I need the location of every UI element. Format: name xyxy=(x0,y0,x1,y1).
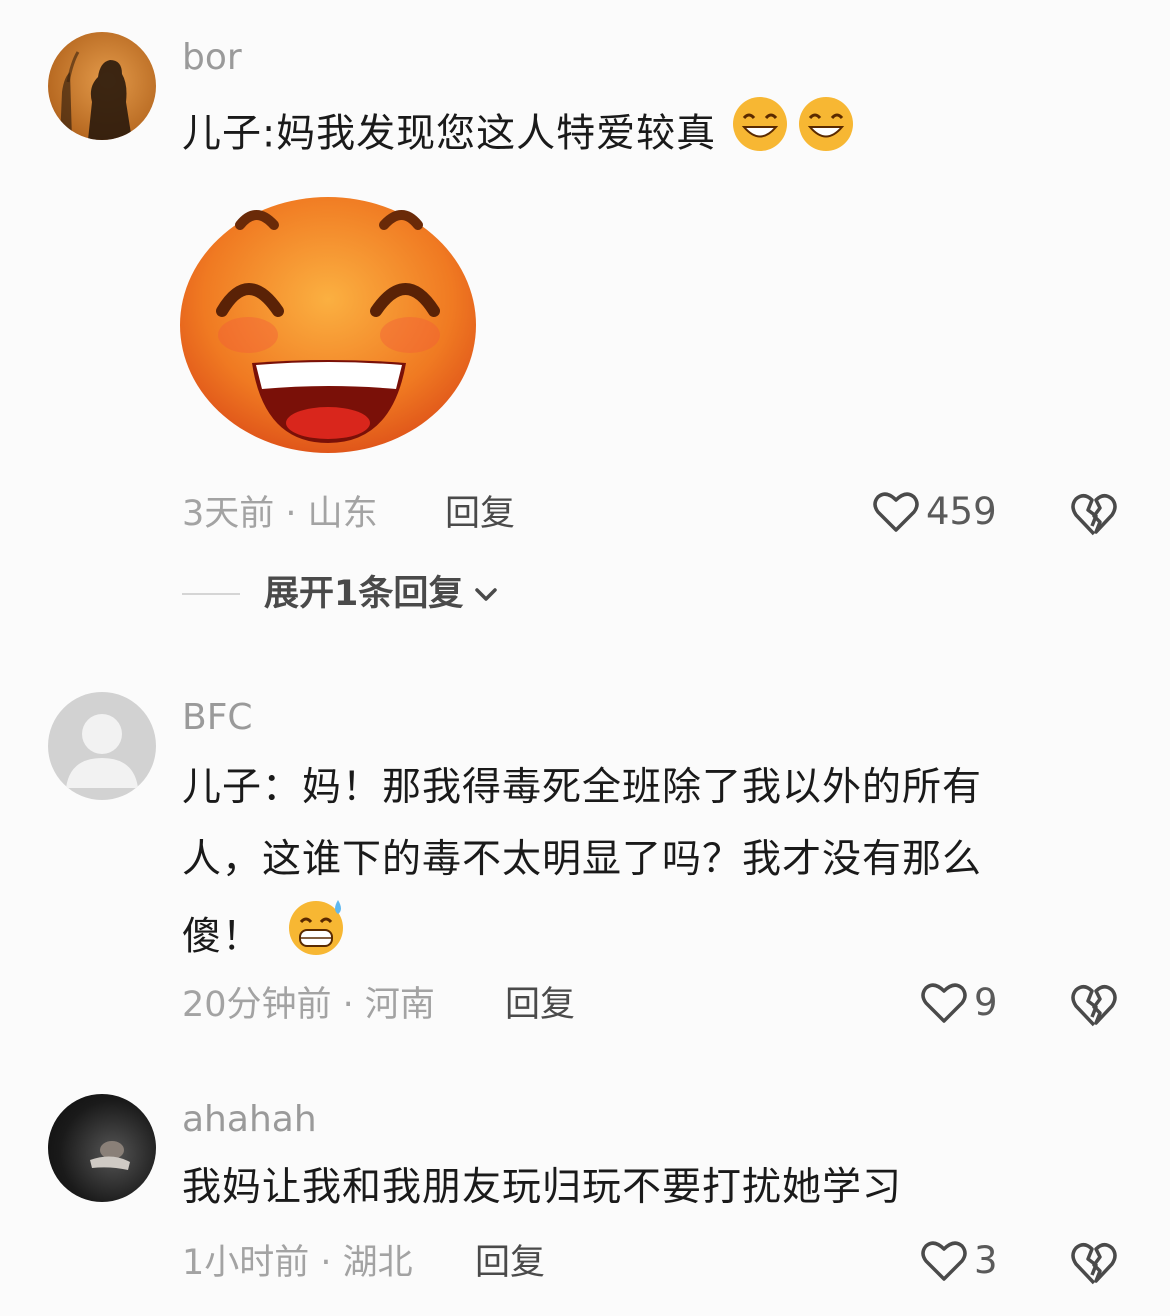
time-location: 3天前 · 山东 xyxy=(182,494,378,534)
reply-button[interactable]: 回复 xyxy=(505,983,575,1027)
dislike-button[interactable] xyxy=(1070,981,1118,1029)
time-location: 20分钟前 · 河南 xyxy=(182,985,435,1025)
big-grin-sticker[interactable] xyxy=(178,185,482,455)
expand-replies-label: 展开1条回复 xyxy=(264,574,464,614)
avatar[interactable] xyxy=(48,1094,156,1202)
comment-text: 儿子：妈！那我得毒死全班除了我以外的所有 人，这谁下的毒不太明显了吗？我才没有那… xyxy=(182,752,1082,982)
broken-heart-icon xyxy=(1071,1243,1117,1285)
sweat-grin-emoji xyxy=(286,896,348,982)
chevron-down-icon xyxy=(475,588,498,601)
dislike-button[interactable] xyxy=(1070,490,1118,538)
grin-emoji xyxy=(730,94,790,178)
broken-heart-icon xyxy=(1071,985,1117,1027)
like-count: 459 xyxy=(926,490,997,533)
avatar[interactable] xyxy=(48,692,156,800)
username[interactable]: BFC xyxy=(182,696,253,740)
dislike-button[interactable] xyxy=(1070,1239,1118,1287)
like-button[interactable]: 3 xyxy=(920,1239,998,1283)
heart-icon xyxy=(873,492,919,532)
comment-text-line-last: 傻！ xyxy=(182,896,1082,982)
like-count: 3 xyxy=(974,1239,998,1282)
comment-text-line: 儿子：妈！那我得毒死全班除了我以外的所有 xyxy=(182,765,983,810)
comment-text-line: 人，这谁下的毒不太明显了吗？我才没有那么 xyxy=(182,837,983,882)
expand-replies[interactable]: 展开1条回复 xyxy=(182,572,501,616)
comment-text-content: 儿子:妈我发现您这人特爱较真 xyxy=(182,111,717,157)
like-button[interactable]: 9 xyxy=(920,981,998,1025)
broken-heart-icon xyxy=(1071,494,1117,536)
username[interactable]: bor xyxy=(182,36,242,80)
comment-text: 我妈让我和我朋友玩归玩不要打扰她学习 xyxy=(182,1165,903,1210)
avatar[interactable] xyxy=(48,32,156,140)
time-location: 1小时前 · 湖北 xyxy=(182,1243,413,1283)
username[interactable]: ahahah xyxy=(182,1098,317,1142)
like-count: 9 xyxy=(974,981,998,1024)
like-button[interactable]: 459 xyxy=(872,490,997,534)
divider-line xyxy=(182,593,240,595)
comment-text-line: 傻！ xyxy=(182,914,263,960)
grin-emoji xyxy=(796,94,856,178)
heart-icon xyxy=(921,983,967,1023)
reply-button[interactable]: 回复 xyxy=(475,1241,545,1285)
reply-button[interactable]: 回复 xyxy=(445,492,515,536)
heart-icon xyxy=(921,1241,967,1281)
comment-text: 儿子:妈我发现您这人特爱较真 xyxy=(182,94,1082,178)
